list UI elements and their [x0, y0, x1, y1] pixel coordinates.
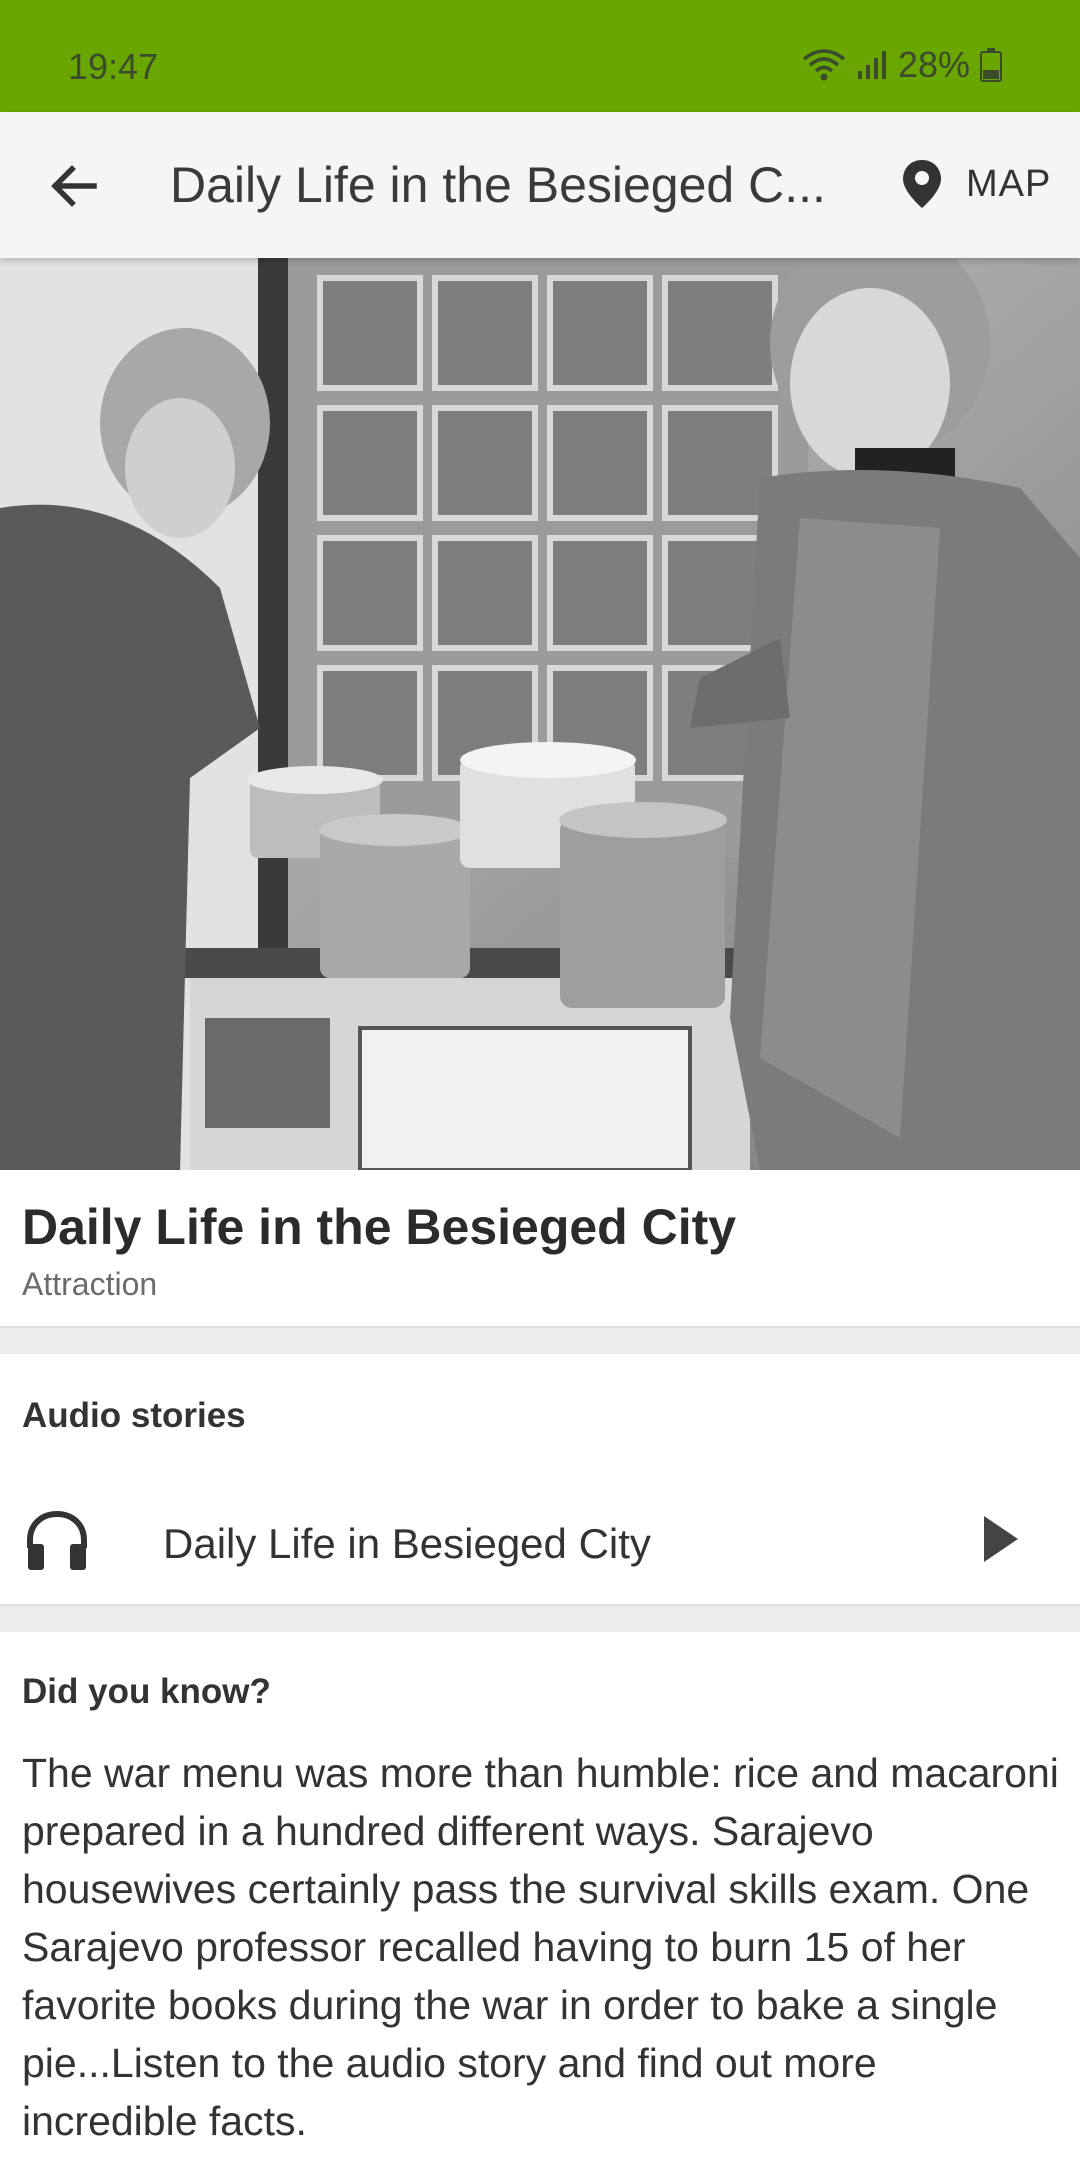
- map-button[interactable]: MAP: [900, 158, 1051, 210]
- battery-percent: 28%: [897, 44, 970, 85]
- status-time: 19:47: [68, 46, 159, 87]
- status-bar: 19:47 28%: [0, 0, 1080, 112]
- image-gallery[interactable]: [0, 258, 1080, 1170]
- did-you-know-section: Did you know? The war menu was more than…: [0, 1632, 1080, 2160]
- section-divider: [0, 1604, 1080, 1634]
- attraction-type: Attraction: [22, 1266, 158, 1302]
- audio-track-row[interactable]: Daily Life in Besieged City: [0, 1484, 1080, 1604]
- audio-section-title: Audio stories: [22, 1396, 246, 1435]
- battery-icon: [980, 48, 1002, 82]
- wifi-icon: [802, 49, 846, 81]
- audio-stories-section: Audio stories Daily Life in Besieged Cit…: [0, 1354, 1080, 1604]
- headphones-icon: [27, 1510, 87, 1570]
- app-bar: Daily Life in the Besieged C... MAP: [0, 112, 1080, 258]
- hero-photo: [0, 258, 1080, 1170]
- arrow-back-icon: [51, 165, 97, 207]
- signal-icon: [857, 51, 886, 79]
- play-icon[interactable]: [980, 1514, 1020, 1564]
- app-bar-title: Daily Life in the Besieged C...: [170, 157, 826, 213]
- attraction-name: Daily Life in the Besieged City: [22, 1199, 737, 1255]
- status-icons: 28%: [802, 44, 1002, 86]
- did-you-know-text: The war menu was more than humble: rice …: [22, 1750, 1059, 2144]
- back-button[interactable]: [44, 156, 104, 216]
- attraction-header: Daily Life in the Besieged City Attracti…: [0, 1170, 1080, 1326]
- section-divider: [0, 1326, 1080, 1356]
- map-label: MAP: [966, 162, 1052, 205]
- audio-track-title: Daily Life in Besieged City: [163, 1520, 651, 1567]
- location-pin-icon: [903, 160, 941, 208]
- did-you-know-title: Did you know?: [22, 1672, 271, 1711]
